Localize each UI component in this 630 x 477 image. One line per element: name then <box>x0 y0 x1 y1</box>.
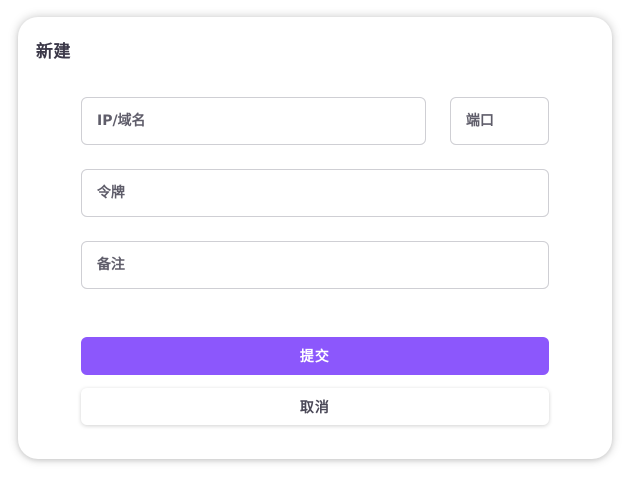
submit-button[interactable]: 提交 <box>81 337 549 375</box>
token-input[interactable] <box>81 169 549 217</box>
port-input[interactable] <box>450 97 549 145</box>
cancel-button[interactable]: 取消 <box>81 388 549 425</box>
note-input[interactable] <box>81 241 549 289</box>
new-dialog: 新建 提交 取消 <box>18 17 612 459</box>
dialog-title: 新建 <box>36 42 71 62</box>
ip-domain-input[interactable] <box>81 97 426 145</box>
